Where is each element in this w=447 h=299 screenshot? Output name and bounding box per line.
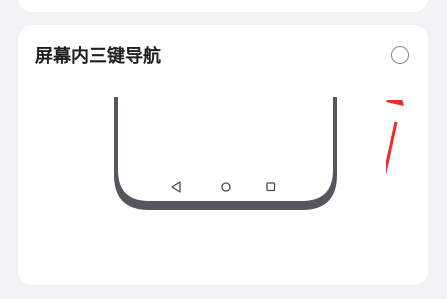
nav-recents-icon (266, 182, 276, 192)
phone-frame (114, 97, 337, 210)
phone-navbar-illustration (114, 97, 337, 210)
nav-back-icon (171, 181, 181, 193)
three-key-navigation-card[interactable]: 屏幕内三键导航 (18, 25, 428, 285)
option-label: 屏幕内三键导航 (35, 46, 161, 67)
previous-option-card[interactable] (18, 0, 428, 12)
radio-unselected-icon[interactable] (391, 46, 409, 64)
red-pointer-arrow-icon (386, 100, 404, 176)
nav-home-icon (221, 182, 231, 192)
